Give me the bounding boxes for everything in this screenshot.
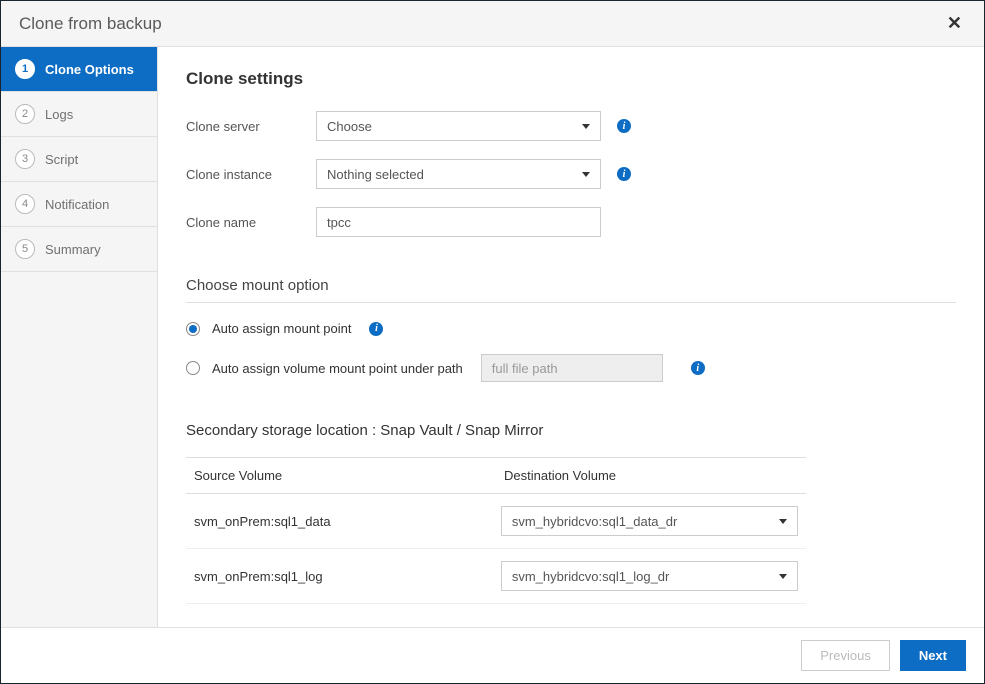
step-label: Summary <box>45 242 101 257</box>
step-label: Notification <box>45 197 109 212</box>
step-number: 4 <box>15 194 35 214</box>
clone-server-label: Clone server <box>186 119 316 134</box>
step-number: 2 <box>15 104 35 124</box>
table-row: svm_onPrem:sql1_log svm_hybridcvo:sql1_l… <box>186 549 806 604</box>
step-clone-options[interactable]: 1 Clone Options <box>1 47 157 92</box>
storage-location-title: Secondary storage location : Snap Vault … <box>186 422 956 439</box>
modal-footer: Previous Next <box>1 627 984 683</box>
auto-assign-mount-radio[interactable] <box>186 322 200 336</box>
auto-assign-mount-label: Auto assign mount point <box>212 321 351 336</box>
info-icon[interactable]: i <box>617 119 631 133</box>
destination-volume-header: Destination Volume <box>504 468 798 483</box>
destination-volume-select[interactable]: svm_hybridcvo:sql1_data_dr <box>501 506 798 536</box>
table-row: svm_onPrem:sql1_data svm_hybridcvo:sql1_… <box>186 494 806 549</box>
source-volume-cell: svm_onPrem:sql1_data <box>194 514 501 529</box>
step-label: Script <box>45 152 78 167</box>
next-button[interactable]: Next <box>900 640 966 671</box>
step-notification[interactable]: 4 Notification <box>1 182 157 227</box>
clone-instance-label: Clone instance <box>186 167 316 182</box>
destination-volume-value: svm_hybridcvo:sql1_log_dr <box>512 569 670 584</box>
step-number: 1 <box>15 59 35 79</box>
main-content: Clone settings Clone server Choose i Clo… <box>158 47 984 627</box>
table-header: Source Volume Destination Volume <box>186 457 806 494</box>
clone-name-label: Clone name <box>186 215 316 230</box>
modal-title: Clone from backup <box>19 14 162 34</box>
mount-option-title: Choose mount option <box>186 277 956 303</box>
mount-path-placeholder: full file path <box>492 361 558 376</box>
step-label: Clone Options <box>45 62 134 77</box>
caret-down-icon <box>582 172 590 177</box>
step-logs[interactable]: 2 Logs <box>1 92 157 137</box>
clone-instance-select[interactable]: Nothing selected <box>316 159 601 189</box>
step-number: 5 <box>15 239 35 259</box>
destination-volume-select[interactable]: svm_hybridcvo:sql1_log_dr <box>501 561 798 591</box>
modal-header: Clone from backup ✕ <box>1 1 984 47</box>
clone-server-select[interactable]: Choose <box>316 111 601 141</box>
clone-server-value: Choose <box>327 119 372 134</box>
previous-button: Previous <box>801 640 890 671</box>
clone-instance-value: Nothing selected <box>327 167 424 182</box>
caret-down-icon <box>582 124 590 129</box>
clone-name-value: tpcc <box>327 215 351 230</box>
clone-name-input[interactable]: tpcc <box>316 207 601 237</box>
clone-from-backup-modal: Clone from backup ✕ 1 Clone Options 2 Lo… <box>0 0 985 684</box>
destination-volume-value: svm_hybridcvo:sql1_data_dr <box>512 514 677 529</box>
info-icon[interactable]: i <box>691 361 705 375</box>
source-volume-cell: svm_onPrem:sql1_log <box>194 569 501 584</box>
close-icon[interactable]: ✕ <box>943 13 966 34</box>
clone-settings-title: Clone settings <box>186 69 956 89</box>
source-volume-header: Source Volume <box>194 468 504 483</box>
info-icon[interactable]: i <box>617 167 631 181</box>
mount-path-input[interactable]: full file path <box>481 354 663 382</box>
auto-assign-path-radio[interactable] <box>186 361 200 375</box>
step-summary[interactable]: 5 Summary <box>1 227 157 272</box>
step-script[interactable]: 3 Script <box>1 137 157 182</box>
caret-down-icon <box>779 574 787 579</box>
info-icon[interactable]: i <box>369 322 383 336</box>
step-label: Logs <box>45 107 73 122</box>
auto-assign-path-label: Auto assign volume mount point under pat… <box>212 361 463 376</box>
storage-table: Source Volume Destination Volume svm_onP… <box>186 457 806 604</box>
step-number: 3 <box>15 149 35 169</box>
caret-down-icon <box>779 519 787 524</box>
wizard-sidebar: 1 Clone Options 2 Logs 3 Script 4 Notifi… <box>1 47 158 627</box>
